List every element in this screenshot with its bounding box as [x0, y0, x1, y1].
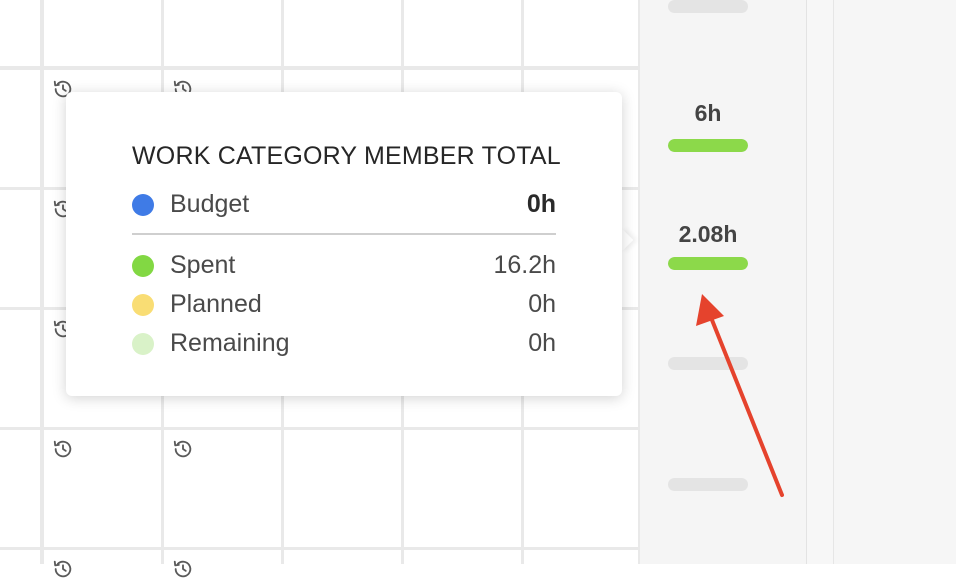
total-cell[interactable]: 6h — [668, 100, 748, 156]
budget-dot-icon — [132, 194, 154, 216]
grid-cell[interactable] — [0, 190, 40, 307]
grid-cell[interactable] — [404, 0, 521, 66]
work-category-tooltip: WORK CATEGORY MEMBER TOTAL Budget 0h Spe… — [66, 92, 622, 396]
grid-cell[interactable] — [0, 0, 40, 66]
grid-cell[interactable] — [284, 430, 401, 547]
remaining-dot-icon — [132, 333, 154, 355]
planned-value: 0h — [528, 290, 556, 318]
spent-dot-icon — [132, 255, 154, 277]
spent-label: Spent — [170, 251, 236, 279]
history-icon[interactable] — [172, 558, 194, 580]
grid-cell[interactable] — [524, 550, 638, 570]
planned-dot-icon — [132, 294, 154, 316]
total-bar — [668, 257, 748, 270]
grid-cell[interactable] — [0, 310, 40, 427]
total-hours: 2.08h — [678, 221, 738, 247]
planned-label: Planned — [170, 290, 262, 318]
grid-cell[interactable] — [284, 0, 401, 66]
grid-cell[interactable] — [524, 0, 638, 66]
grid-cell[interactable] — [404, 550, 521, 570]
spent-bar-fill — [668, 257, 748, 270]
tooltip-title: WORK CATEGORY MEMBER TOTAL — [132, 142, 561, 170]
total-cell[interactable]: 2.08h — [668, 221, 748, 277]
budget-label: Budget — [170, 190, 250, 218]
grid-cell[interactable] — [284, 550, 401, 570]
spent-row: Spent 16.2h — [132, 251, 556, 281]
total-cell[interactable] — [668, 0, 748, 20]
planned-row: Planned 0h — [132, 290, 556, 320]
total-bar — [668, 139, 748, 152]
red-arrow-icon — [696, 294, 784, 497]
spent-value: 16.2h — [493, 251, 556, 279]
grid-cell[interactable] — [44, 0, 161, 66]
grid-cell[interactable] — [0, 430, 40, 547]
spent-bar-fill — [668, 139, 748, 152]
remaining-value: 0h — [528, 329, 556, 357]
history-icon[interactable] — [172, 438, 194, 460]
grid-cell[interactable] — [164, 0, 281, 66]
divider-column — [807, 0, 834, 564]
remaining-label: Remaining — [170, 329, 290, 357]
grid-cell[interactable] — [524, 430, 638, 547]
grid-cell[interactable] — [0, 550, 40, 570]
tooltip-divider — [132, 233, 556, 235]
total-hours: 6h — [694, 100, 722, 126]
grid-cell[interactable] — [404, 430, 521, 547]
total-bar — [668, 0, 748, 13]
history-icon[interactable] — [52, 438, 74, 460]
grid-cell[interactable] — [0, 70, 40, 187]
budget-value: 0h — [526, 190, 556, 218]
side-panel — [834, 0, 956, 564]
remaining-row: Remaining 0h — [132, 329, 556, 359]
history-icon[interactable] — [52, 558, 74, 580]
budget-row: Budget 0h — [132, 190, 556, 220]
